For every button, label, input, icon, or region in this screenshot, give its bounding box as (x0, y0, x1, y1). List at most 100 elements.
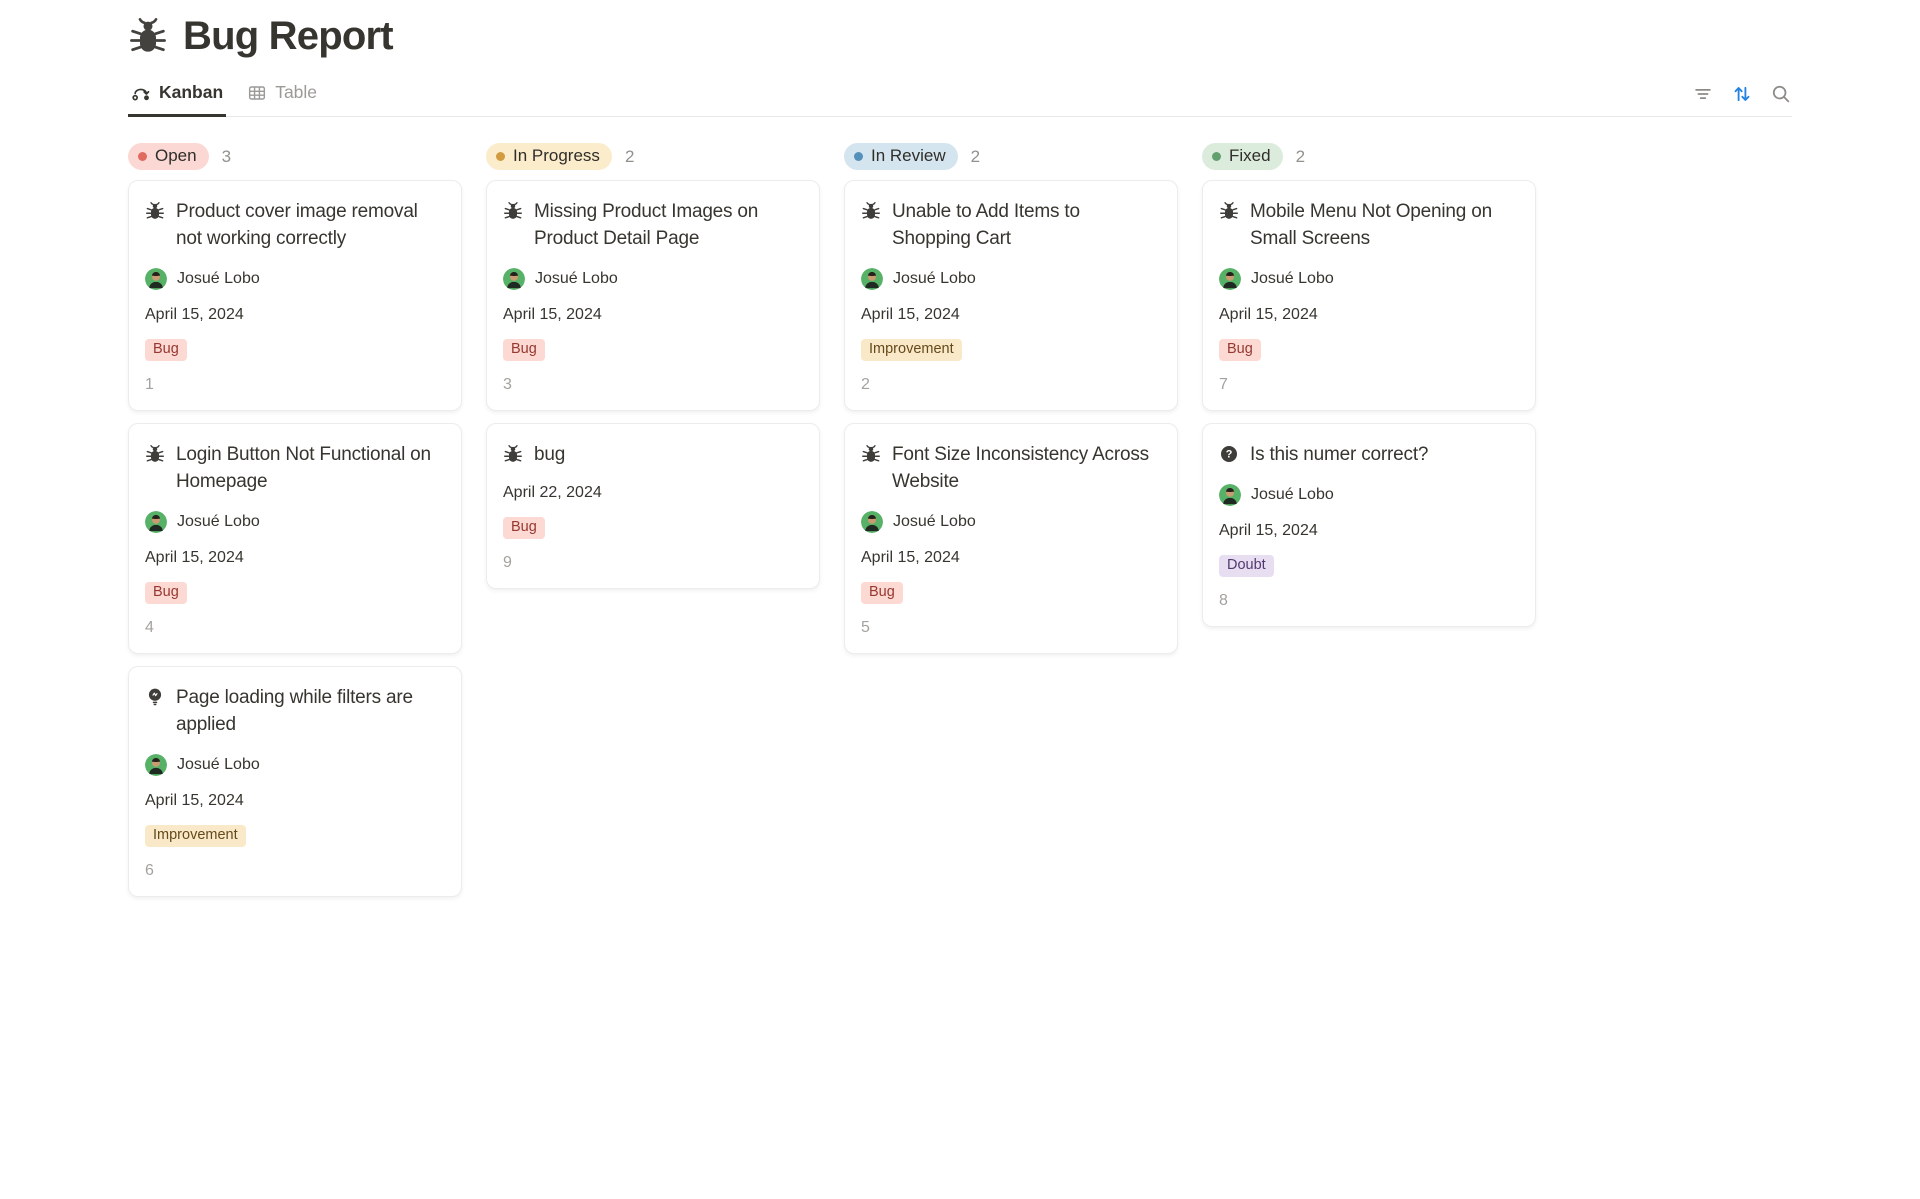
status-dot-icon (854, 152, 863, 161)
card-title-row: Product cover image removal not working … (145, 198, 445, 252)
card-title: bug (534, 441, 565, 468)
card-tag: Doubt (1219, 555, 1274, 577)
table-view-icon (247, 83, 267, 103)
board-column: In Review 2 Unable to Add Items to Shopp… (844, 143, 1178, 654)
card-title: Page loading while filters are applied (176, 684, 445, 738)
kanban-card[interactable]: Unable to Add Items to Shopping Cart Jos… (844, 180, 1178, 411)
card-tag: Improvement (861, 339, 962, 361)
view-tabs: Kanban Table (128, 76, 320, 116)
tab-table-label: Table (275, 82, 317, 103)
card-tag: Bug (1219, 339, 1261, 361)
kanban-card[interactable]: Font Size Inconsistency Across Website J… (844, 423, 1178, 654)
card-date: April 15, 2024 (145, 306, 445, 324)
assignee-name: Josué Lobo (177, 270, 260, 288)
kanban-card[interactable]: Missing Product Images on Product Detail… (486, 180, 820, 411)
column-header: In Progress 2 (486, 143, 820, 170)
card-title: Font Size Inconsistency Across Website (892, 441, 1161, 495)
card-assignee: Josué Lobo (861, 268, 1161, 290)
card-title-row: Is this numer correct? (1219, 441, 1519, 468)
column-cards: Missing Product Images on Product Detail… (486, 180, 820, 589)
card-title-row: Unable to Add Items to Shopping Cart (861, 198, 1161, 252)
card-date: April 15, 2024 (145, 549, 445, 567)
assignee-name: Josué Lobo (177, 513, 260, 531)
card-title-row: bug (503, 441, 803, 468)
column-count: 2 (625, 147, 634, 167)
column-cards: Unable to Add Items to Shopping Cart Jos… (844, 180, 1178, 654)
page-title-text: Bug Report (183, 12, 393, 60)
assignee-name: Josué Lobo (535, 270, 618, 288)
card-title-row: Mobile Menu Not Opening on Small Screens (1219, 198, 1519, 252)
card-title-row: Font Size Inconsistency Across Website (861, 441, 1161, 495)
status-pill[interactable]: In Progress (486, 143, 612, 170)
status-pill[interactable]: Fixed (1202, 143, 1283, 170)
card-number: 6 (145, 862, 445, 880)
assignee-name: Josué Lobo (893, 513, 976, 531)
kanban-card[interactable]: bug April 22, 2024 Bug 9 (486, 423, 820, 589)
kanban-card[interactable]: Login Button Not Functional on Homepage … (128, 423, 462, 654)
card-assignee: Josué Lobo (861, 511, 1161, 533)
board-column: Open 3 Product cover image removal not w… (128, 143, 462, 897)
column-cards: Product cover image removal not working … (128, 180, 462, 897)
board-column: Fixed 2 Mobile Menu Not Opening on Small… (1202, 143, 1536, 627)
card-assignee: Josué Lobo (1219, 268, 1519, 290)
kanban-card[interactable]: Product cover image removal not working … (128, 180, 462, 411)
card-title: Is this numer correct? (1250, 441, 1428, 468)
assignee-name: Josué Lobo (1251, 486, 1334, 504)
card-date: April 15, 2024 (861, 549, 1161, 567)
assignee-name: Josué Lobo (1251, 270, 1334, 288)
card-tag: Improvement (145, 825, 246, 847)
column-count: 3 (222, 147, 231, 167)
card-tag: Bug (503, 517, 545, 539)
bug-icon (503, 444, 523, 464)
card-number: 5 (861, 619, 1161, 637)
status-pill[interactable]: Open (128, 143, 209, 170)
kanban-view-icon (131, 83, 151, 103)
card-assignee: Josué Lobo (145, 754, 445, 776)
bug-icon (1219, 201, 1239, 221)
kanban-card[interactable]: Mobile Menu Not Opening on Small Screens… (1202, 180, 1536, 411)
search-icon[interactable] (1770, 83, 1792, 105)
bug-icon (128, 16, 168, 56)
avatar (145, 268, 167, 290)
tab-table[interactable]: Table (244, 76, 320, 117)
card-tag: Bug (145, 339, 187, 361)
status-label: Open (155, 146, 197, 166)
avatar (1219, 268, 1241, 290)
card-tag: Bug (503, 339, 545, 361)
avatar (861, 268, 883, 290)
filter-icon[interactable] (1692, 83, 1714, 105)
card-number: 3 (503, 376, 803, 394)
card-date: April 15, 2024 (861, 306, 1161, 324)
board-column: In Progress 2 Missing Product Images on … (486, 143, 820, 589)
kanban-card[interactable]: Page loading while filters are applied J… (128, 666, 462, 897)
status-pill[interactable]: In Review (844, 143, 958, 170)
status-dot-icon (1212, 152, 1221, 161)
card-title: Unable to Add Items to Shopping Cart (892, 198, 1161, 252)
card-title-row: Login Button Not Functional on Homepage (145, 441, 445, 495)
card-date: April 15, 2024 (1219, 306, 1519, 324)
column-count: 2 (971, 147, 980, 167)
bug-icon (145, 201, 165, 221)
card-title-row: Page loading while filters are applied (145, 684, 445, 738)
card-assignee: Josué Lobo (503, 268, 803, 290)
status-dot-icon (496, 152, 505, 161)
card-title: Missing Product Images on Product Detail… (534, 198, 803, 252)
card-assignee: Josué Lobo (145, 511, 445, 533)
card-title: Mobile Menu Not Opening on Small Screens (1250, 198, 1519, 252)
tab-kanban[interactable]: Kanban (128, 76, 226, 117)
assignee-name: Josué Lobo (893, 270, 976, 288)
kanban-card[interactable]: Is this numer correct? Josué Lobo April … (1202, 423, 1536, 627)
status-label: In Review (871, 146, 946, 166)
bug-icon (145, 444, 165, 464)
card-tag: Bug (145, 582, 187, 604)
card-assignee: Josué Lobo (145, 268, 445, 290)
card-number: 2 (861, 376, 1161, 394)
sort-arrows-icon[interactable] (1731, 83, 1753, 105)
bug-icon (861, 444, 881, 464)
status-label: Fixed (1229, 146, 1271, 166)
page-title: Bug Report (128, 12, 1792, 60)
lightbulb-icon (145, 687, 165, 707)
avatar (503, 268, 525, 290)
view-tab-bar: Kanban Table (128, 76, 1792, 117)
status-label: In Progress (513, 146, 600, 166)
